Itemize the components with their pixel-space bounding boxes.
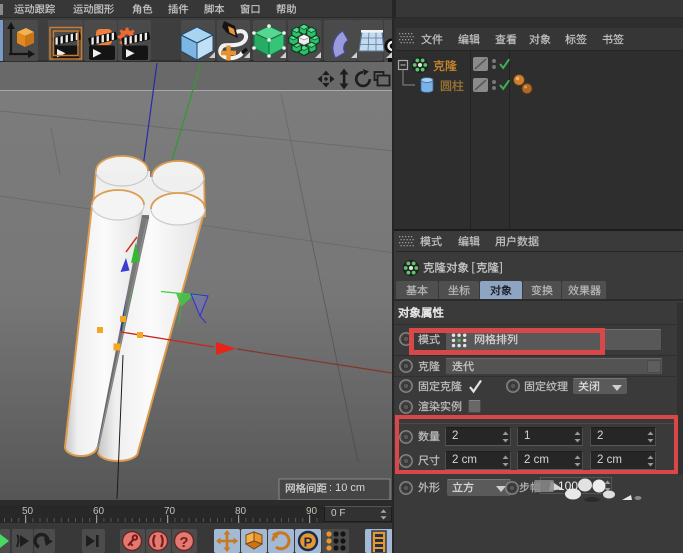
svg-text:?: ?: [179, 534, 188, 551]
svg-text:P: P: [304, 535, 313, 550]
